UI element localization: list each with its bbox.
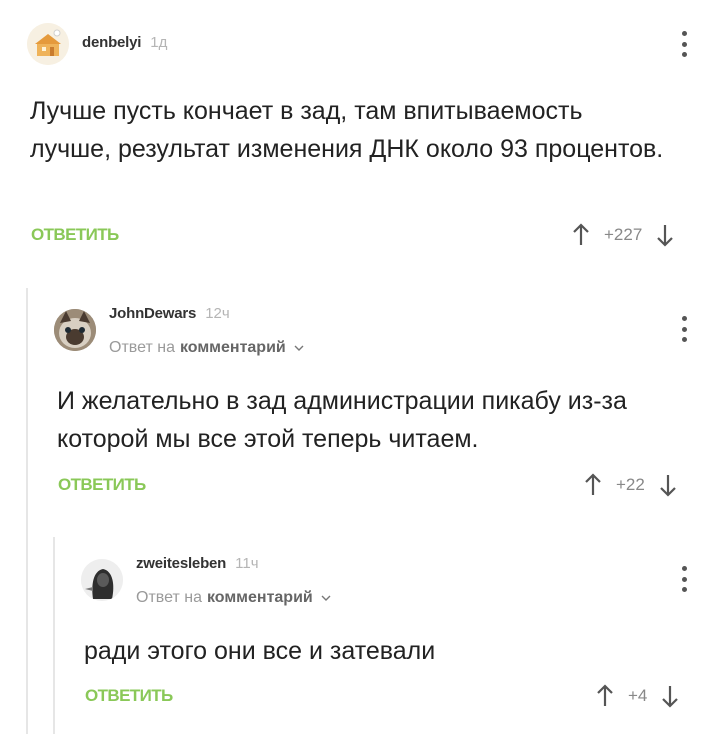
thread-line-level-2 [53, 537, 55, 734]
cat-avatar-icon [54, 309, 96, 351]
timestamp: 1д [150, 34, 168, 51]
reply-to-prefix: Ответ на [109, 339, 175, 356]
chevron-down-icon[interactable] [321, 593, 331, 603]
reply-to-target[interactable]: комментарий [207, 589, 313, 607]
arrow-down-icon[interactable] [661, 684, 679, 708]
house-avatar-icon [27, 23, 69, 65]
hooded-figure-avatar-icon [81, 559, 123, 601]
timestamp: 12ч [205, 305, 230, 322]
more-vertical-icon[interactable] [681, 566, 687, 592]
reply-to-link[interactable]: Ответ на комментарий [136, 589, 331, 607]
more-vertical-icon[interactable] [681, 316, 687, 342]
author-name[interactable]: JohnDewars [109, 305, 196, 322]
reply-to-target[interactable]: комментарий [180, 339, 286, 357]
chevron-down-icon[interactable] [294, 343, 304, 353]
reply-to-link[interactable]: Ответ на комментарий [109, 339, 304, 357]
reply-button[interactable]: ОТВЕТИТЬ [31, 225, 119, 245]
vote-controls: +22 [584, 473, 677, 497]
comment-text: Лучше пусть кончает в зад, там впитываем… [30, 97, 664, 163]
vote-controls: +4 [596, 684, 679, 708]
avatar[interactable] [81, 559, 123, 601]
arrow-down-icon[interactable] [656, 223, 674, 247]
reply-to-prefix: Ответ на [136, 589, 202, 606]
arrow-up-icon[interactable] [596, 684, 614, 708]
author-name[interactable]: zweitesleben [136, 555, 226, 572]
arrow-down-icon[interactable] [659, 473, 677, 497]
rating-count: +22 [616, 475, 645, 494]
rating-count: +227 [604, 225, 643, 244]
comment-text: И желательно в зад администрации пикабу … [57, 387, 627, 453]
avatar[interactable] [27, 23, 69, 65]
avatar[interactable] [54, 309, 96, 351]
arrow-up-icon[interactable] [572, 223, 590, 247]
more-vertical-icon[interactable] [681, 31, 687, 57]
timestamp: 11ч [235, 555, 259, 572]
reply-button[interactable]: ОТВЕТИТЬ [58, 475, 146, 495]
author-name[interactable]: denbelyi [82, 34, 141, 51]
arrow-up-icon[interactable] [584, 473, 602, 497]
rating-count: +4 [628, 686, 648, 705]
vote-controls: +227 [572, 223, 674, 247]
reply-button[interactable]: ОТВЕТИТЬ [85, 686, 173, 706]
thread-line-level-1 [26, 288, 28, 734]
comment-text: ради этого они все и затевали [84, 637, 436, 665]
